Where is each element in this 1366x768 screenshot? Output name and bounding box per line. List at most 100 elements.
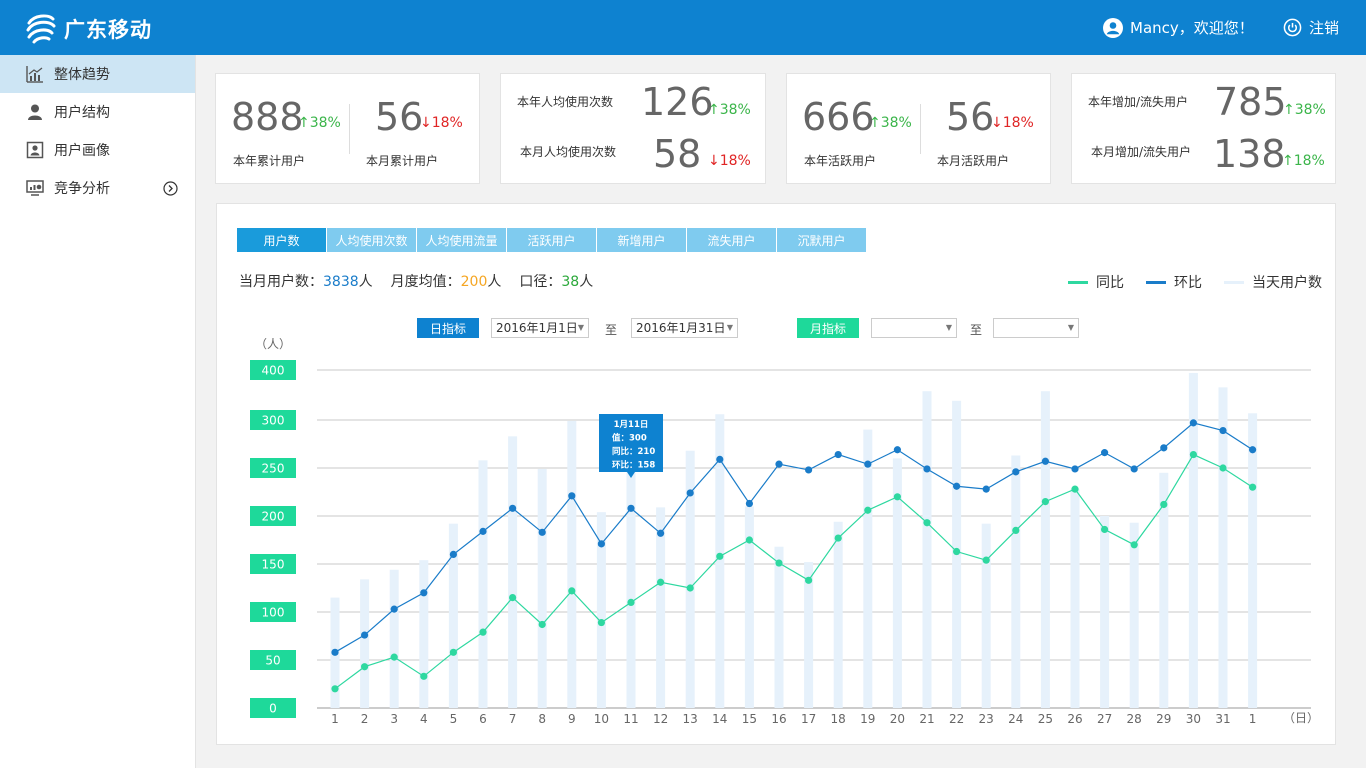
kpi-value: 666: [802, 95, 875, 139]
sidebar: 整体趋势 用户结构 用户画像 竞争分析: [0, 55, 196, 768]
mom-point: [1041, 457, 1049, 465]
mom-point: [923, 465, 931, 473]
yoy-point: [449, 648, 457, 656]
yoy-point: [361, 663, 369, 671]
x-tick-label: 29: [1156, 712, 1171, 726]
x-tick-label: 18: [831, 712, 846, 726]
logout-label: 注销: [1309, 19, 1340, 37]
kpi-label: 本年活跃用户: [804, 154, 877, 168]
sidebar-item-label: 用户画像: [54, 143, 110, 159]
x-tick-label: 31: [1215, 712, 1230, 726]
mom-point: [775, 460, 783, 468]
x-tick-label: 8: [538, 712, 546, 726]
x-tick-label: 3: [390, 712, 398, 726]
mom-point: [568, 492, 576, 500]
kpi-value: 56: [375, 95, 424, 139]
yoy-point: [1041, 498, 1049, 506]
x-tick-label: 21: [919, 712, 934, 726]
chevron-right-icon[interactable]: [163, 181, 178, 196]
mom-point: [597, 540, 605, 548]
mom-point: [834, 450, 842, 459]
daily-users-bar: [360, 579, 370, 708]
x-tick-label: 16: [771, 712, 786, 726]
mom-point: [1071, 465, 1079, 473]
mom-point: [331, 648, 339, 656]
mom-point: [361, 631, 369, 639]
kpi-change: ↓18%: [708, 153, 751, 169]
trend-panel: 用户数 人均使用次数 人均使用流量 活跃用户 新增用户 流失用户 沉默用户 当月…: [216, 203, 1336, 745]
yoy-point: [479, 628, 487, 636]
sidebar-item-label: 用户结构: [54, 105, 110, 121]
power-icon: [1283, 18, 1302, 37]
kpi-card-growth: 本年增加/流失用户 785 ↑38% 本月增加/流失用户 138 ↑18%: [1071, 73, 1336, 184]
x-tick-label: 5: [450, 712, 458, 726]
sidebar-item-competition-analysis[interactable]: 竞争分析: [0, 169, 195, 207]
mom-point: [1219, 426, 1227, 435]
mom-point: [627, 504, 635, 512]
sidebar-item-user-structure[interactable]: 用户结构: [0, 93, 195, 131]
y-axis-unit: （人）: [255, 337, 291, 351]
tooltip-line: 同比：210: [612, 446, 655, 457]
y-tick-label: 300: [262, 414, 285, 428]
daily-users-bar: [389, 569, 399, 708]
daily-users-bar: [478, 460, 488, 708]
mom-point: [479, 527, 487, 535]
kpi-label: 本年增加/流失用户: [1088, 95, 1189, 109]
yoy-point: [1249, 483, 1257, 491]
yoy-point: [627, 598, 635, 606]
y-tick-label: 100: [262, 606, 285, 620]
daily-users-bar: [833, 521, 843, 708]
sidebar-item-overall-trend[interactable]: 整体趋势: [0, 55, 195, 93]
kpi-value: 58: [653, 132, 702, 176]
kpi-card-active: 666 ↑38% 本年活跃用户 56 ↓18% 本月活跃用户: [786, 73, 1051, 184]
x-tick-label: 23: [979, 712, 994, 726]
user-greeting[interactable]: Mancy，欢迎您！: [1103, 17, 1254, 38]
user-icon: [28, 104, 42, 120]
mom-point: [1101, 449, 1109, 457]
x-tick-label: 6: [479, 712, 487, 726]
kpi-change: ↑38%: [298, 115, 341, 131]
mom-point: [805, 466, 813, 474]
yoy-point: [1160, 500, 1168, 509]
mom-point: [1249, 446, 1257, 454]
yoy-point: [1130, 541, 1138, 549]
monitor-chart-icon: [26, 180, 44, 196]
mom-point: [509, 504, 517, 512]
daily-users-bar: [1070, 489, 1080, 708]
china-mobile-logo-icon: [26, 14, 56, 44]
yoy-point: [953, 547, 961, 556]
yoy-point: [538, 620, 546, 629]
kpi-change: ↑38%: [708, 102, 751, 118]
top-bar: 广东移动 Mancy，欢迎您！ 注销: [0, 0, 1366, 55]
daily-users-bar: [567, 420, 577, 708]
daily-users-bar: [804, 562, 814, 708]
daily-users-bar: [1011, 455, 1021, 708]
yoy-point: [864, 506, 872, 514]
daily-users-bar: [1100, 516, 1110, 708]
sidebar-item-label: 竞争分析: [54, 181, 110, 197]
yoy-point: [1219, 464, 1227, 472]
x-tick-label: 7: [509, 712, 517, 726]
y-tick-label: 400: [262, 364, 285, 378]
yoy-point: [982, 556, 990, 564]
y-tick-label: 250: [262, 462, 285, 476]
daily-users-bar: [1040, 391, 1050, 708]
sidebar-item-user-profile[interactable]: 用户画像: [0, 131, 195, 169]
yoy-point: [390, 653, 398, 661]
kpi-label: 本月活跃用户: [937, 154, 1010, 168]
yoy-series-line: [334, 453, 1253, 690]
yoy-point: [420, 672, 428, 680]
yoy-point: [509, 594, 517, 602]
trend-chart: 050100150200250300400（人）（日）1 2 3 4 5 6 7 8 9 10 11…: [250, 337, 1319, 726]
yoy-point: [597, 618, 605, 627]
x-tick-label: 4: [420, 712, 428, 726]
tooltip-line: 1月11日: [614, 420, 649, 430]
yoy-point: [893, 493, 902, 501]
daily-users-bar: [537, 468, 547, 708]
x-tick-label: 26: [1067, 712, 1082, 726]
logout-button[interactable]: 注销: [1283, 17, 1339, 38]
yoy-point: [716, 552, 724, 560]
kpi-label: 本月增加/流失用户: [1091, 145, 1192, 159]
mom-point: [420, 589, 428, 597]
x-tick-label: 17: [801, 712, 816, 726]
